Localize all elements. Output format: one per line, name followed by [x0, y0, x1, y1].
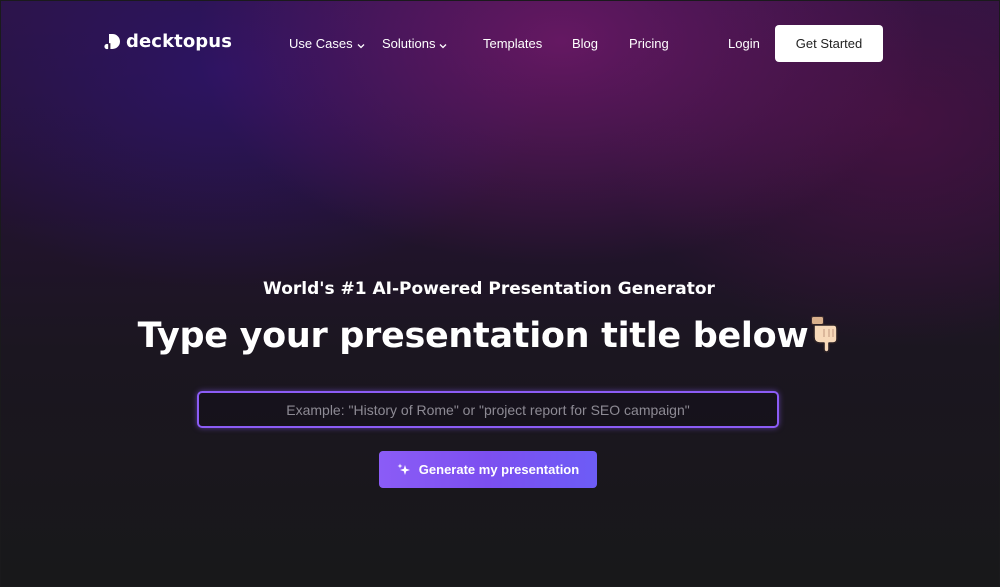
nav-use-cases[interactable]: Use Cases [289, 35, 365, 53]
pointing-down-hand-icon [811, 316, 839, 353]
chevron-down-icon [440, 43, 447, 48]
nav-pricing[interactable]: Pricing [629, 35, 669, 53]
nav-use-cases-label: Use Cases [289, 36, 353, 51]
generate-button-label: Generate my presentation [418, 462, 580, 477]
hero-title: Type your presentation title below [137, 316, 809, 356]
nav-blog-label: Blog [572, 36, 599, 51]
landing-page: decktopus Use Cases Solutions Templates … [1, 1, 999, 586]
nav-solutions[interactable]: Solutions [382, 35, 447, 53]
presentation-title-input[interactable] [199, 393, 777, 426]
get-started-button[interactable]: Get Started [775, 25, 883, 62]
sparkle-icon [397, 463, 410, 475]
chevron-down-icon [357, 43, 365, 48]
nav-solutions-label: Solutions [382, 36, 436, 51]
nav-blog[interactable]: Blog [572, 35, 598, 53]
top-navigation: decktopus Use Cases Solutions Templates … [1, 1, 999, 85]
hero-title-row: Type your presentation title below [1, 313, 977, 359]
hero-subtitle: World's #1 AI-Powered Presentation Gener… [263, 279, 715, 299]
nav-templates-label: Templates [483, 36, 543, 51]
login-link[interactable]: Login [728, 35, 760, 53]
nav-pricing-label: Pricing [629, 36, 669, 51]
nav-templates[interactable]: Templates [483, 35, 542, 53]
presentation-title-field[interactable] [197, 391, 779, 428]
generate-presentation-button[interactable]: Generate my presentation [379, 451, 597, 488]
login-label: Login [728, 36, 760, 51]
